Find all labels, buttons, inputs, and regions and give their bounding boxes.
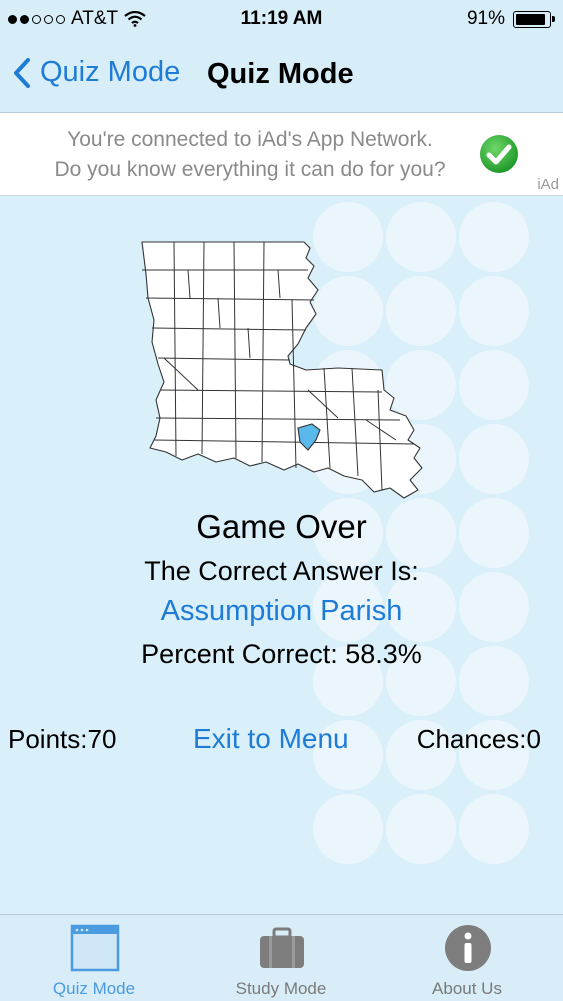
ad-line-1: You're connected to iAd's App Network.	[67, 128, 433, 151]
battery-percent: 91%	[466, 8, 505, 29]
tab-study-mode-label: Study Mode	[235, 979, 327, 998]
tab-about-us-label: About Us	[432, 979, 502, 998]
window-icon	[70, 924, 120, 972]
tab-quiz-mode[interactable]: Quiz Mode	[24, 915, 164, 1001]
quiz-result-panel: Game Over The Correct Answer Is: Assumpt…	[0, 196, 563, 914]
tab-quiz-mode-label: Quiz Mode	[52, 979, 136, 998]
back-button-label: Quiz Mode	[40, 56, 181, 88]
correct-answer-label: The Correct Answer Is:	[144, 556, 419, 586]
correct-answer: Assumption Parish	[160, 595, 403, 627]
navigation-bar: Quiz Mode Quiz Mode	[0, 38, 563, 113]
chevron-left-icon	[14, 57, 30, 88]
back-button[interactable]: Quiz Mode	[12, 56, 180, 89]
battery-icon	[513, 10, 555, 28]
ad-message: You're connected to iAd's App Network. D…	[30, 125, 470, 185]
percent-correct: Percent Correct: 58.3%	[141, 639, 422, 669]
ad-line-2: Do you know everything it can do for you…	[54, 158, 446, 181]
tab-bar: Quiz Mode Study Mode About Us	[0, 914, 563, 1001]
exit-to-menu-button[interactable]: Exit to Menu	[193, 723, 349, 755]
tab-about-us[interactable]: About Us	[397, 915, 537, 1001]
briefcase-icon	[260, 927, 304, 968]
checkmark-icon	[480, 135, 518, 173]
status-bar: AT&T 11:19 AM 91%	[0, 0, 563, 38]
page-title: Quiz Mode	[207, 58, 354, 90]
points-label: Points:70	[8, 724, 117, 754]
chances-label: Chances:0	[416, 724, 541, 754]
ad-banner[interactable]: You're connected to iAd's App Network. D…	[0, 113, 563, 196]
game-over-heading: Game Over	[196, 508, 367, 545]
info-icon	[445, 925, 491, 971]
ad-brand: iAd	[537, 176, 559, 193]
tab-study-mode[interactable]: Study Mode	[211, 915, 351, 1001]
louisiana-map	[141, 241, 423, 499]
